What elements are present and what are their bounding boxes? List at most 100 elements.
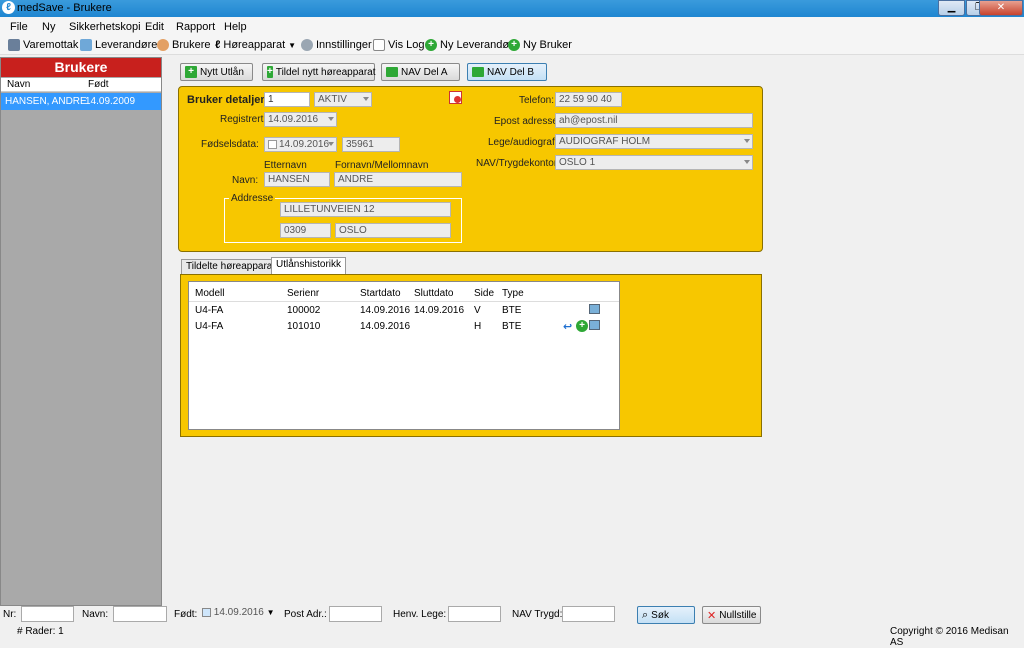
row-navn: HANSEN, ANDRE — [5, 96, 87, 107]
status-select[interactable]: AKTIV — [314, 92, 372, 107]
search-fodt-label: Født: — [174, 609, 198, 620]
user-id-field[interactable]: 1 — [264, 92, 310, 107]
gear-icon — [301, 39, 313, 51]
minimize-button[interactable]: ▁ — [938, 0, 965, 16]
col-sluttdato[interactable]: Sluttdato — [414, 288, 453, 299]
col-fodt[interactable]: Født — [88, 79, 109, 90]
edit-icon[interactable] — [589, 304, 600, 314]
reset-button[interactable]: ✕ Nullstille — [702, 606, 761, 624]
col-type[interactable]: Type — [502, 288, 524, 299]
app-icon: ℓ — [2, 1, 15, 14]
menu-rapport[interactable]: Rapport — [176, 21, 215, 33]
menu-edit[interactable]: Edit — [145, 21, 164, 33]
cell-startdato: 14.09.2016 — [360, 321, 411, 332]
cell-type: BTE — [502, 305, 522, 316]
lege-label: Lege/audiograf: — [488, 137, 558, 148]
col-side[interactable]: Side — [474, 288, 494, 299]
table-row[interactable]: U4-FA 101010 14.09.2016 H BTE ↩ + — [189, 319, 619, 335]
checkbox-icon[interactable] — [202, 607, 211, 617]
nav-kontor-label: NAV/Trygdekontor: — [476, 158, 560, 169]
nav-kontor-value: OSLO 1 — [559, 157, 596, 168]
edit-icon[interactable] — [589, 320, 600, 330]
nav-icon — [472, 67, 484, 77]
ny-bruker-button[interactable]: + Ny Bruker — [508, 39, 572, 51]
col-serienr[interactable]: Serienr — [287, 288, 319, 299]
nav-del-b-label: NAV Del B — [487, 66, 535, 78]
epost-field[interactable]: ah@epost.nil — [555, 113, 753, 128]
checkbox-icon[interactable] — [268, 139, 277, 149]
registrert-value: 14.09.2016 — [268, 114, 319, 125]
leverandorer-button[interactable]: Leverandører — [80, 39, 161, 51]
poststed-field[interactable]: OSLO — [335, 223, 451, 238]
document-icon — [373, 39, 385, 51]
search-navn-input[interactable] — [113, 606, 167, 622]
user-list-row[interactable]: HANSEN, ANDRE 14.09.2009 — [1, 93, 161, 110]
menu-sikkerhetskopi[interactable]: Sikkerhetskopi — [69, 21, 141, 33]
tildel-button[interactable]: + Tildel nytt høreapparat — [262, 63, 376, 81]
innstillinger-button[interactable]: Innstillinger — [301, 39, 372, 51]
personnr-field[interactable]: 35961 — [342, 137, 400, 152]
grid-divider — [189, 301, 619, 302]
cell-sluttdato: 14.09.2016 — [414, 305, 465, 316]
telefon-label: Telefon: — [519, 95, 555, 106]
col-navn[interactable]: Navn — [7, 79, 30, 90]
varemottak-button[interactable]: Varemottak — [8, 39, 78, 51]
fodselsdata-label: Fødselsdata: — [201, 139, 259, 150]
close-icon: ✕ — [707, 609, 717, 622]
hearing-aid-icon: ℓ — [215, 39, 221, 51]
delete-user-icon[interactable] — [449, 91, 462, 104]
brukere-button[interactable]: Brukere — [157, 39, 211, 51]
nytt-utlan-label: Nytt Utlån — [200, 66, 244, 78]
reset-button-label: Nullstille — [719, 609, 757, 621]
registrert-date[interactable]: 14.09.2016 — [264, 112, 337, 127]
chevron-down-icon — [328, 117, 334, 121]
epost-label: Epost adresse: — [494, 116, 561, 127]
address-field[interactable]: LILLETUNVEIEN 12 — [280, 202, 451, 217]
search-icon: ⌕ — [642, 608, 649, 621]
vis-log-button[interactable]: Vis Log — [373, 39, 425, 51]
fornavn-field[interactable]: ANDRE — [334, 172, 462, 187]
cell-serienr: 100002 — [287, 305, 321, 316]
table-row[interactable]: U4-FA 100002 14.09.2016 14.09.2016 V BTE — [189, 303, 619, 319]
add-icon: + — [508, 39, 520, 51]
close-button[interactable]: ✕ — [979, 0, 1023, 16]
lege-select[interactable]: AUDIOGRAF HOLM — [555, 134, 753, 149]
menu-file[interactable]: File — [10, 21, 28, 33]
cell-type: BTE — [502, 321, 522, 332]
tab-utlanshistorikk[interactable]: Utlånshistorikk — [271, 257, 347, 275]
ny-leverandor-button[interactable]: + Ny Leverandør — [425, 39, 513, 51]
postnr-field[interactable]: 0309 — [280, 223, 331, 238]
supplier-icon — [80, 39, 92, 51]
add-icon: + — [267, 66, 273, 78]
fodselsdato-picker[interactable]: 14.09.2016 — [264, 137, 337, 152]
search-button[interactable]: ⌕ Søk — [637, 606, 695, 624]
menu-ny[interactable]: Ny — [42, 21, 55, 33]
history-grid: Modell Serienr Startdato Sluttdato Side … — [188, 281, 620, 430]
search-nr-input[interactable] — [21, 606, 74, 622]
col-startdato[interactable]: Startdato — [360, 288, 401, 299]
telefon-field[interactable]: 22 59 90 40 — [555, 92, 622, 107]
horeapparat-dropdown[interactable]: ℓ Høreapparat ▼ — [215, 39, 296, 51]
nav-del-a-button[interactable]: NAV Del A — [381, 63, 460, 81]
add-icon: + — [185, 66, 197, 78]
return-icon[interactable]: ↩ — [563, 320, 572, 333]
cell-modell: U4-FA — [195, 305, 224, 316]
col-modell[interactable]: Modell — [195, 288, 224, 299]
window-title: medSave - Brukere — [17, 2, 112, 14]
cell-modell: U4-FA — [195, 321, 224, 332]
fornavn-label: Fornavn/Mellomnavn — [335, 160, 429, 171]
search-nav-input[interactable] — [562, 606, 615, 622]
nytt-utlan-button[interactable]: + Nytt Utlån — [180, 63, 253, 81]
nav-del-b-button[interactable]: NAV Del B — [467, 63, 547, 81]
search-henv-input[interactable] — [448, 606, 501, 622]
etternavn-field[interactable]: HANSEN — [264, 172, 330, 187]
menu-help[interactable]: Help — [224, 21, 247, 33]
ny-leverandor-label: Ny Leverandør — [440, 39, 513, 51]
search-post-input[interactable] — [329, 606, 382, 622]
ny-bruker-label: Ny Bruker — [523, 39, 572, 51]
chevron-down-icon: ▼ — [266, 608, 275, 617]
nav-kontor-select[interactable]: OSLO 1 — [555, 155, 753, 170]
add-icon[interactable]: + — [576, 320, 588, 332]
user-list-title: Brukere — [1, 58, 161, 77]
search-fodt-picker[interactable]: 14.09.2016 ▼ — [202, 606, 275, 622]
